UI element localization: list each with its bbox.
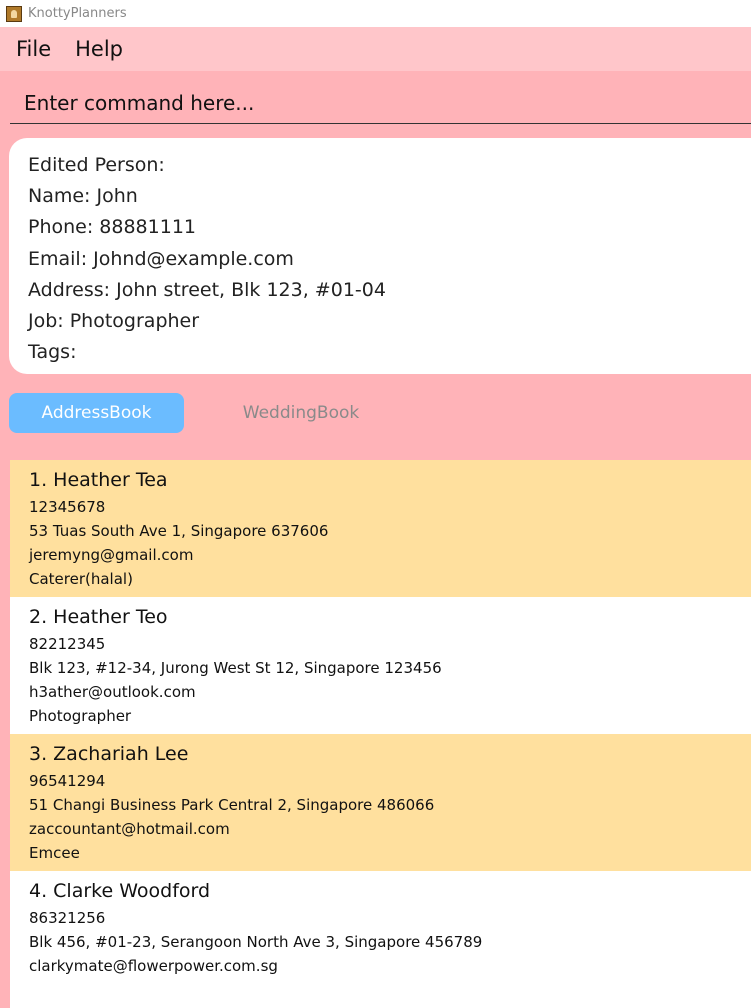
person-phone: 96541294	[29, 772, 106, 790]
person-card[interactable]: 2. Heather Teo 82212345 Blk 123, #12-34,…	[10, 597, 751, 734]
menu-file[interactable]: File	[8, 37, 59, 61]
result-line: Job: Photographer	[28, 310, 200, 333]
person-job: Caterer(halal)	[29, 570, 133, 588]
menu-help[interactable]: Help	[67, 37, 131, 61]
menu-bar: File Help	[0, 27, 751, 71]
person-phone: 82212345	[29, 635, 106, 653]
person-job: Emcee	[29, 844, 80, 862]
command-input[interactable]	[10, 89, 751, 116]
result-line: Email: Johnd@example.com	[28, 247, 294, 270]
result-display: Edited Person: Name: John Phone: 8888111…	[9, 138, 751, 374]
tab-addressbook[interactable]: AddressBook	[9, 393, 184, 433]
window-title: KnottyPlanners	[28, 6, 127, 21]
person-email: jeremyng@gmail.com	[29, 546, 194, 564]
tab-weddingbook[interactable]: WeddingBook	[184, 393, 418, 433]
person-card[interactable]: 1. Heather Tea 12345678 53 Tuas South Av…	[10, 460, 751, 597]
person-phone: 12345678	[29, 498, 106, 516]
person-name: 2. Heather Teo	[29, 606, 168, 628]
person-email: zaccountant@hotmail.com	[29, 820, 230, 838]
person-email: h3ather@outlook.com	[29, 683, 196, 701]
person-email: clarkymate@flowerpower.com.sg	[29, 957, 278, 975]
person-name: 4. Clarke Woodford	[29, 880, 211, 902]
person-address: 53 Tuas South Ave 1, Singapore 637606	[29, 522, 329, 540]
result-line: Name: John	[28, 185, 138, 208]
person-list[interactable]: 1. Heather Tea 12345678 53 Tuas South Av…	[10, 460, 751, 1008]
person-name: 3. Zachariah Lee	[29, 743, 189, 765]
person-address: Blk 456, #01-23, Serangoon North Ave 3, …	[29, 933, 483, 951]
result-line: Address: John street, Blk 123, #01-04	[28, 278, 386, 301]
result-line: Edited Person:	[28, 154, 165, 176]
person-address: Blk 123, #12-34, Jurong West St 12, Sing…	[29, 659, 442, 677]
title-bar: KnottyPlanners	[0, 0, 751, 27]
person-job: Photographer	[29, 707, 132, 725]
person-name: 1. Heather Tea	[29, 469, 168, 491]
person-card[interactable]: 3. Zachariah Lee 96541294 51 Changi Busi…	[10, 734, 751, 871]
person-phone: 86321256	[29, 909, 106, 927]
command-box	[10, 82, 751, 124]
app-icon	[6, 5, 22, 22]
tab-bar: AddressBook WeddingBook	[9, 393, 418, 433]
result-line: Phone: 88881111	[28, 216, 197, 239]
result-line: Tags:	[28, 341, 77, 364]
person-card[interactable]: 4. Clarke Woodford 86321256 Blk 456, #01…	[10, 871, 751, 1008]
person-address: 51 Changi Business Park Central 2, Singa…	[29, 796, 435, 814]
